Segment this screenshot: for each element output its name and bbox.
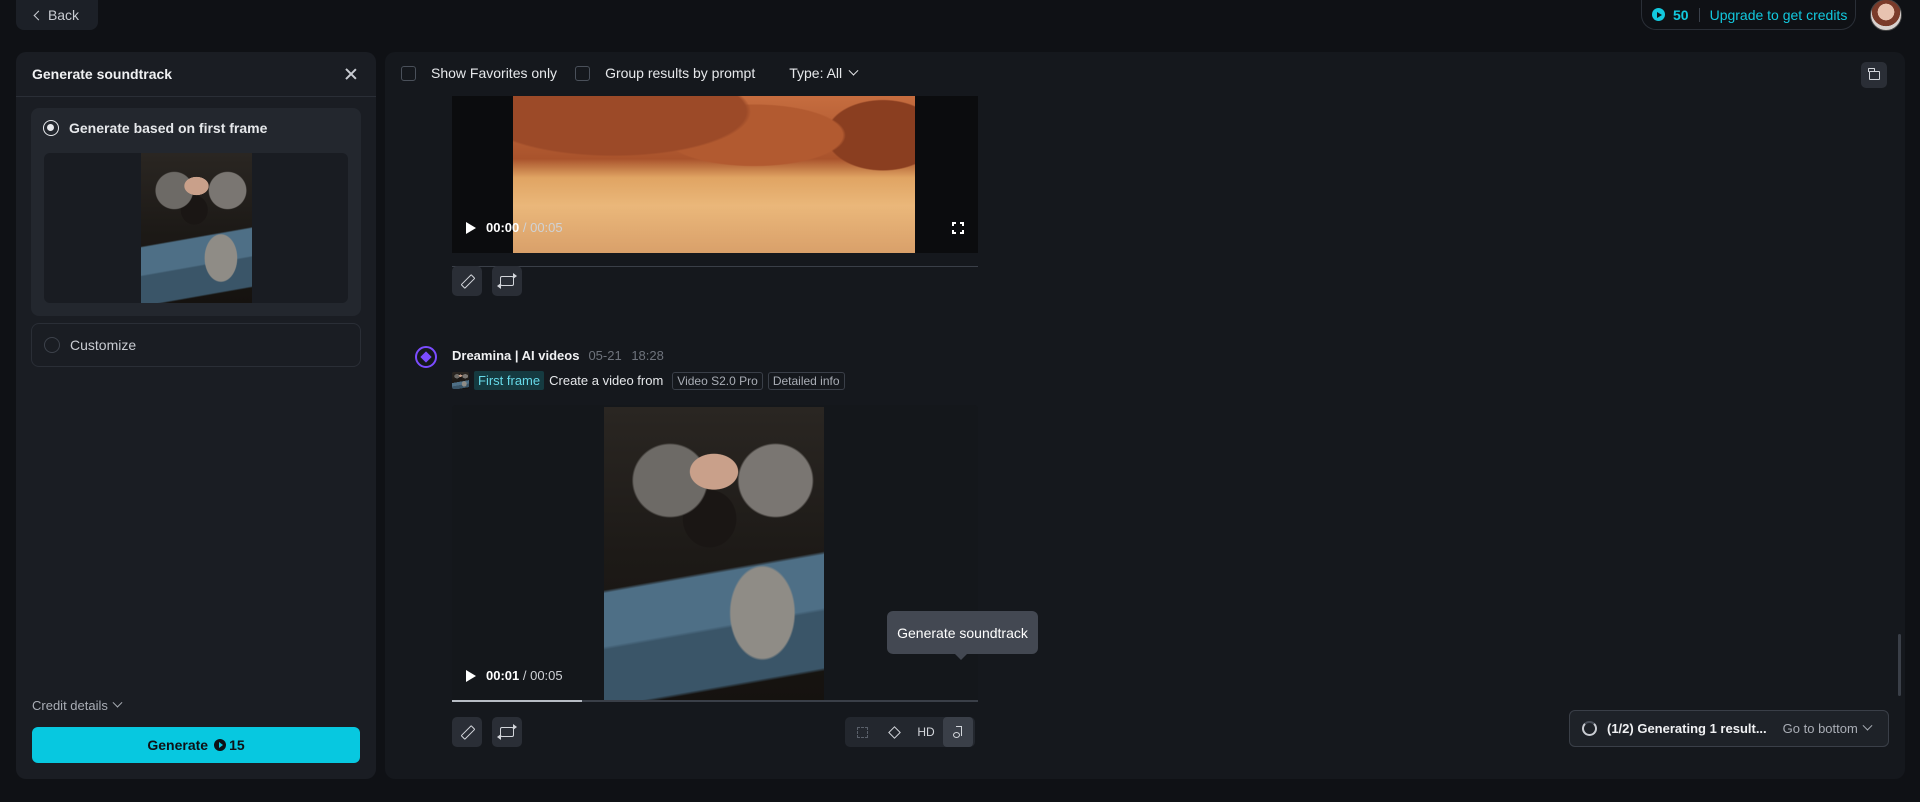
- credit-coin-icon: [1652, 8, 1665, 21]
- regenerate-button[interactable]: [492, 717, 522, 747]
- pencil-icon: [461, 726, 473, 738]
- generate-soundtrack-panel: Generate soundtrack Generate based on fi…: [16, 52, 376, 779]
- current-time: 00:00: [486, 220, 520, 235]
- edit-button[interactable]: [452, 717, 482, 747]
- panel-title: Generate soundtrack: [32, 66, 173, 82]
- chevron-down-icon: [1862, 720, 1873, 731]
- scrollbar-thumb[interactable]: [1898, 634, 1901, 696]
- expand-icon: [856, 726, 868, 738]
- prompt-text: Create a video from: [549, 373, 664, 388]
- post-time: 18:28: [631, 348, 664, 363]
- show-favorites-checkbox[interactable]: Show Favorites only: [401, 65, 557, 81]
- video-frame-woman-camera: [604, 407, 824, 701]
- diamond-icon: [887, 725, 901, 739]
- video-player-2[interactable]: 00:01 / 00:05: [452, 405, 978, 701]
- chevron-left-icon: [33, 10, 44, 20]
- folder-button[interactable]: [1861, 62, 1887, 88]
- results-panel: Show Favorites only Group results by pro…: [385, 52, 1905, 779]
- duration: / 00:05: [522, 668, 563, 683]
- close-icon[interactable]: [342, 65, 360, 83]
- panel-header: Generate soundtrack: [16, 52, 376, 97]
- repeat-icon: [497, 273, 517, 289]
- credit-details-toggle[interactable]: Credit details: [32, 697, 123, 713]
- play-icon[interactable]: [466, 221, 476, 234]
- video1-actions: [452, 266, 522, 296]
- expand-button[interactable]: [847, 717, 877, 747]
- credits-pill[interactable]: 50 Upgrade to get credits: [1641, 0, 1856, 30]
- duration: / 00:05: [522, 220, 563, 235]
- tooltip-text: Generate soundtrack: [897, 624, 1028, 641]
- option-first-frame-label: Generate based on first frame: [69, 120, 268, 136]
- video2-actions: [452, 717, 522, 747]
- video2-progress-fill: [452, 700, 582, 702]
- first-frame-preview: [44, 153, 348, 303]
- first-frame-image: [141, 153, 252, 303]
- play-icon[interactable]: [466, 669, 476, 682]
- video2-progress-track[interactable]: [452, 700, 978, 702]
- edit-button[interactable]: [452, 266, 482, 296]
- group-results-label: Group results by prompt: [605, 65, 756, 81]
- upgrade-link[interactable]: Upgrade to get credits: [1710, 7, 1848, 23]
- results-toolbar: Show Favorites only Group results by pro…: [401, 65, 859, 81]
- chevron-down-icon: [848, 65, 859, 76]
- generation-status-bar: (1/2) Generating 1 result... Go to botto…: [1569, 710, 1889, 747]
- video2-tools: HD: [845, 717, 975, 747]
- option-first-frame[interactable]: Generate based on first frame: [31, 108, 361, 316]
- type-filter-label: Type: All: [789, 65, 843, 81]
- radio-first-frame[interactable]: [43, 120, 59, 136]
- generate-cost: 15: [229, 737, 245, 753]
- prompt-thumbnail: [452, 372, 469, 389]
- progress-track[interactable]: [452, 266, 978, 267]
- regenerate-button[interactable]: [492, 266, 522, 296]
- video-controls: 00:01 / 00:05: [466, 668, 563, 683]
- folder-icon: [1868, 67, 1880, 80]
- model-tag: Video S2.0 Pro: [672, 371, 763, 390]
- divider: [1698, 7, 1700, 22]
- back-label: Back: [47, 7, 80, 23]
- back-button[interactable]: Back: [16, 0, 98, 30]
- chevron-down-icon: [112, 697, 123, 708]
- video-controls: 00:00 / 00:05: [466, 220, 563, 235]
- credit-details-label: Credit details: [32, 698, 108, 713]
- video-player-1[interactable]: 00:00 / 00:05: [452, 96, 978, 253]
- post-header: Dreamina | AI videos 05-21 18:28: [452, 348, 664, 363]
- music-note-icon: [953, 726, 963, 738]
- option-customize[interactable]: Customize: [31, 323, 361, 367]
- go-to-bottom-button[interactable]: Go to bottom: [1782, 720, 1873, 736]
- first-frame-tag: First frame: [474, 371, 545, 390]
- hd-button[interactable]: HD: [911, 717, 941, 747]
- detailed-info-tag[interactable]: Detailed info: [767, 371, 845, 390]
- generate-soundtrack-button[interactable]: [943, 717, 973, 747]
- show-favorites-label: Show Favorites only: [431, 65, 558, 81]
- prompt-row: First frame Create a video from Video S2…: [452, 371, 845, 390]
- generate-button[interactable]: Generate 15: [32, 727, 360, 763]
- pencil-icon: [461, 275, 473, 287]
- go-to-bottom-label: Go to bottom: [1782, 721, 1858, 736]
- checkbox-box[interactable]: [575, 65, 591, 81]
- current-time: 00:01: [486, 668, 520, 683]
- group-results-checkbox[interactable]: Group results by prompt: [575, 65, 755, 81]
- checkbox-box[interactable]: [401, 65, 416, 81]
- post-author: Dreamina | AI videos: [452, 348, 580, 363]
- avatar[interactable]: [1870, 0, 1902, 31]
- generate-label: Generate: [147, 737, 209, 753]
- video-frame-desert: [513, 96, 915, 253]
- radio-customize[interactable]: [44, 337, 60, 353]
- loading-spinner-icon: [1582, 721, 1597, 736]
- option-customize-label: Customize: [70, 337, 137, 353]
- interpolate-button[interactable]: [879, 717, 909, 747]
- type-filter-dropdown[interactable]: Type: All: [789, 65, 859, 81]
- repeat-icon: [497, 724, 517, 740]
- dreamina-logo: [415, 346, 437, 368]
- status-text: (1/2) Generating 1 result...: [1607, 721, 1767, 736]
- credits-count: 50: [1673, 6, 1689, 23]
- fullscreen-icon[interactable]: [951, 221, 965, 235]
- tooltip-generate-soundtrack: Generate soundtrack: [887, 611, 1038, 660]
- credit-coin-icon: [214, 739, 227, 751]
- post-date: 05-21: [588, 348, 622, 363]
